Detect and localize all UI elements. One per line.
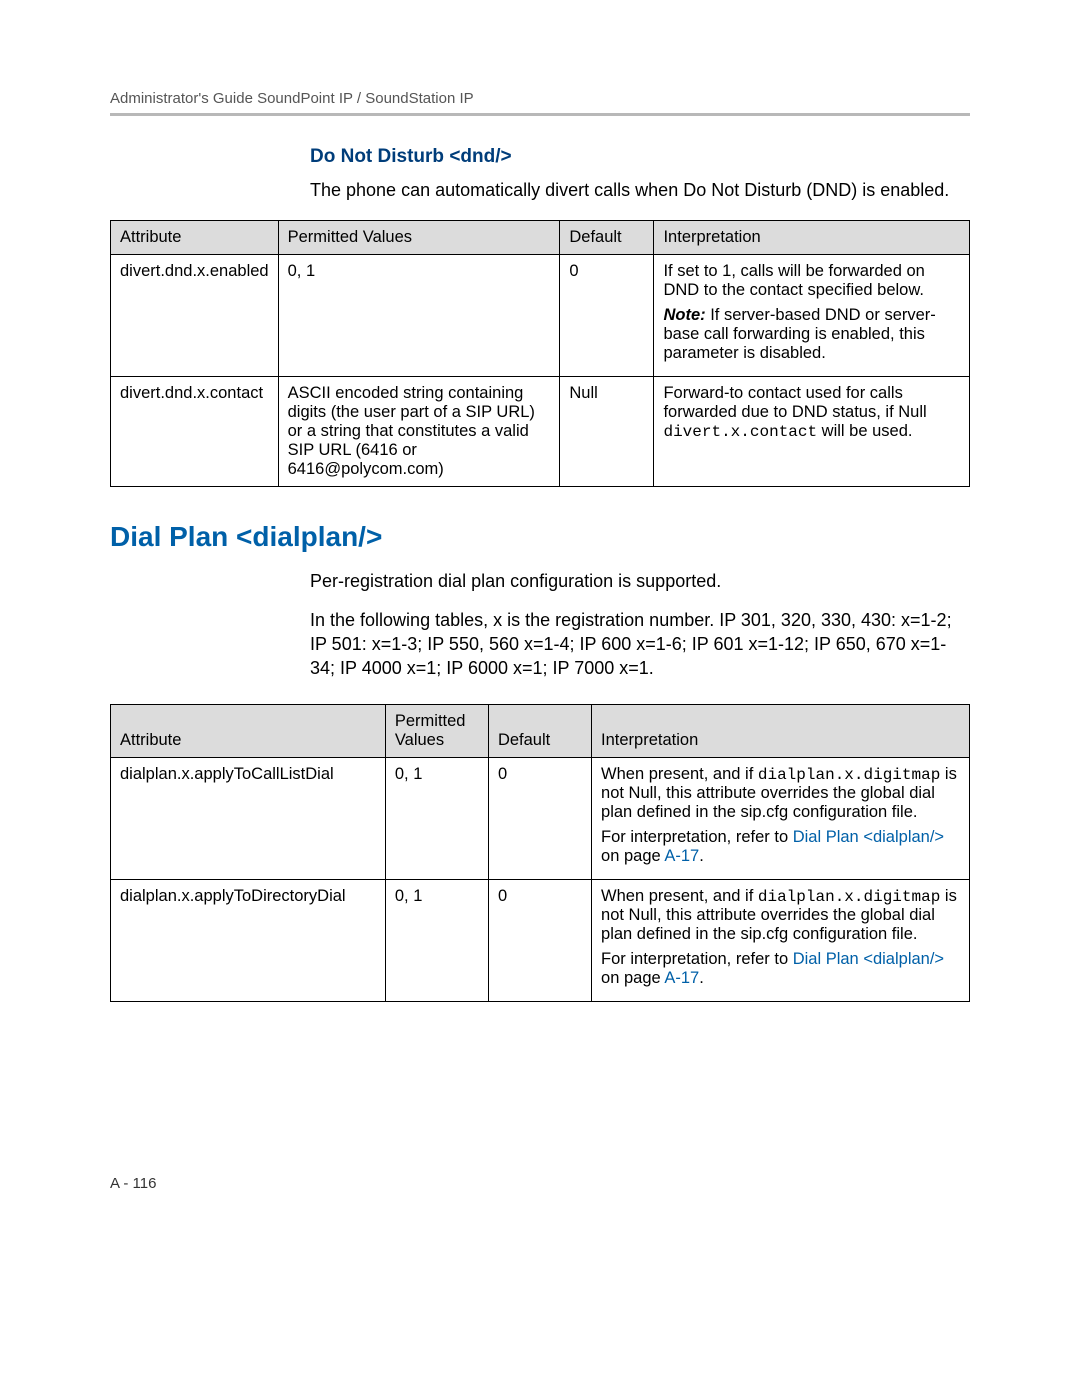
cell-interpretation: When present, and if dialplan.x.digitmap… [592, 880, 970, 1002]
table-header-row: Attribute Permitted Values Default Inter… [111, 705, 970, 758]
ref-pre: For interpretation, refer to [601, 950, 793, 968]
dialplan-intro-p1: Per-registration dial plan configuration… [310, 569, 970, 593]
table-row: dialplan.x.applyToDirectoryDial 0, 1 0 W… [111, 880, 970, 1002]
section-dnd: Do Not Disturb <dnd/> The phone can auto… [310, 146, 970, 202]
ref-link[interactable]: Dial Plan <dialplan/> [793, 828, 944, 846]
cell-attribute: divert.dnd.x.contact [111, 377, 279, 487]
cell-attribute: dialplan.x.applyToDirectoryDial [111, 880, 386, 1002]
cell-default: 0 [488, 758, 591, 880]
cell-default: 0 [488, 880, 591, 1002]
cell-interpretation: When present, and if dialplan.x.digitmap… [592, 758, 970, 880]
ref-page-link[interactable]: A-17 [664, 969, 699, 987]
document-page: Administrator's Guide SoundPoint IP / So… [0, 0, 1080, 1397]
interp-pre: Forward-to contact used for calls forwar… [663, 384, 926, 421]
dialplan-table: Attribute Permitted Values Default Inter… [110, 704, 970, 1002]
interp-ref: For interpretation, refer to Dial Plan <… [601, 950, 960, 988]
interp-block: When present, and if dialplan.x.digitmap… [601, 765, 960, 822]
interp-mono: dialplan.x.digitmap [758, 766, 940, 784]
interp-mono: divert.x.contact [663, 423, 817, 441]
interp-pre: When present, and if [601, 887, 758, 905]
header-rule [110, 113, 970, 116]
ref-page-link[interactable]: A-17 [664, 847, 699, 865]
col-interpretation: Interpretation [592, 705, 970, 758]
interp-ref: For interpretation, refer to Dial Plan <… [601, 828, 960, 866]
cell-interpretation: If set to 1, calls will be forwarded on … [654, 255, 970, 377]
dialplan-intro: Per-registration dial plan configuration… [310, 569, 970, 680]
cell-attribute: dialplan.x.applyToCallListDial [111, 758, 386, 880]
col-attribute: Attribute [111, 221, 279, 255]
cell-attribute: divert.dnd.x.enabled [111, 255, 279, 377]
interp-mono: dialplan.x.digitmap [758, 888, 940, 906]
dnd-intro: The phone can automatically divert calls… [310, 178, 970, 202]
page-number: A - 116 [110, 1175, 156, 1192]
dialplan-heading: Dial Plan <dialplan/> [110, 521, 970, 553]
ref-mid: on page [601, 847, 664, 865]
table-row: divert.dnd.x.enabled 0, 1 0 If set to 1,… [111, 255, 970, 377]
col-default: Default [488, 705, 591, 758]
cell-permitted: ASCII encoded string containing digits (… [278, 377, 560, 487]
note-label: Note: [663, 306, 705, 324]
ref-post: . [699, 969, 704, 987]
ref-post: . [699, 847, 704, 865]
cell-interpretation: Forward-to contact used for calls forwar… [654, 377, 970, 487]
interp-note: Note: If server-based DND or server-base… [663, 306, 960, 363]
table-header-row: Attribute Permitted Values Default Inter… [111, 221, 970, 255]
table-row: dialplan.x.applyToCallListDial 0, 1 0 Wh… [111, 758, 970, 880]
dialplan-intro-p2: In the following tables, x is the regist… [310, 608, 970, 681]
col-permitted: Permitted Values [385, 705, 488, 758]
cell-permitted: 0, 1 [278, 255, 560, 377]
interp-pre: When present, and if [601, 765, 758, 783]
interp-block: When present, and if dialplan.x.digitmap… [601, 887, 960, 944]
table-row: divert.dnd.x.contact ASCII encoded strin… [111, 377, 970, 487]
ref-pre: For interpretation, refer to [601, 828, 793, 846]
dnd-table: Attribute Permitted Values Default Inter… [110, 220, 970, 487]
cell-permitted: 0, 1 [385, 758, 488, 880]
interp-post: will be used. [817, 422, 912, 440]
col-interpretation: Interpretation [654, 221, 970, 255]
cell-default: Null [560, 377, 654, 487]
cell-permitted: 0, 1 [385, 880, 488, 1002]
col-permitted: Permitted Values [278, 221, 560, 255]
ref-link[interactable]: Dial Plan <dialplan/> [793, 950, 944, 968]
interp-line: If set to 1, calls will be forwarded on … [663, 262, 960, 300]
col-attribute: Attribute [111, 705, 386, 758]
running-header: Administrator's Guide SoundPoint IP / So… [110, 90, 970, 107]
col-default: Default [560, 221, 654, 255]
cell-default: 0 [560, 255, 654, 377]
dnd-heading: Do Not Disturb <dnd/> [310, 146, 970, 168]
ref-mid: on page [601, 969, 664, 987]
